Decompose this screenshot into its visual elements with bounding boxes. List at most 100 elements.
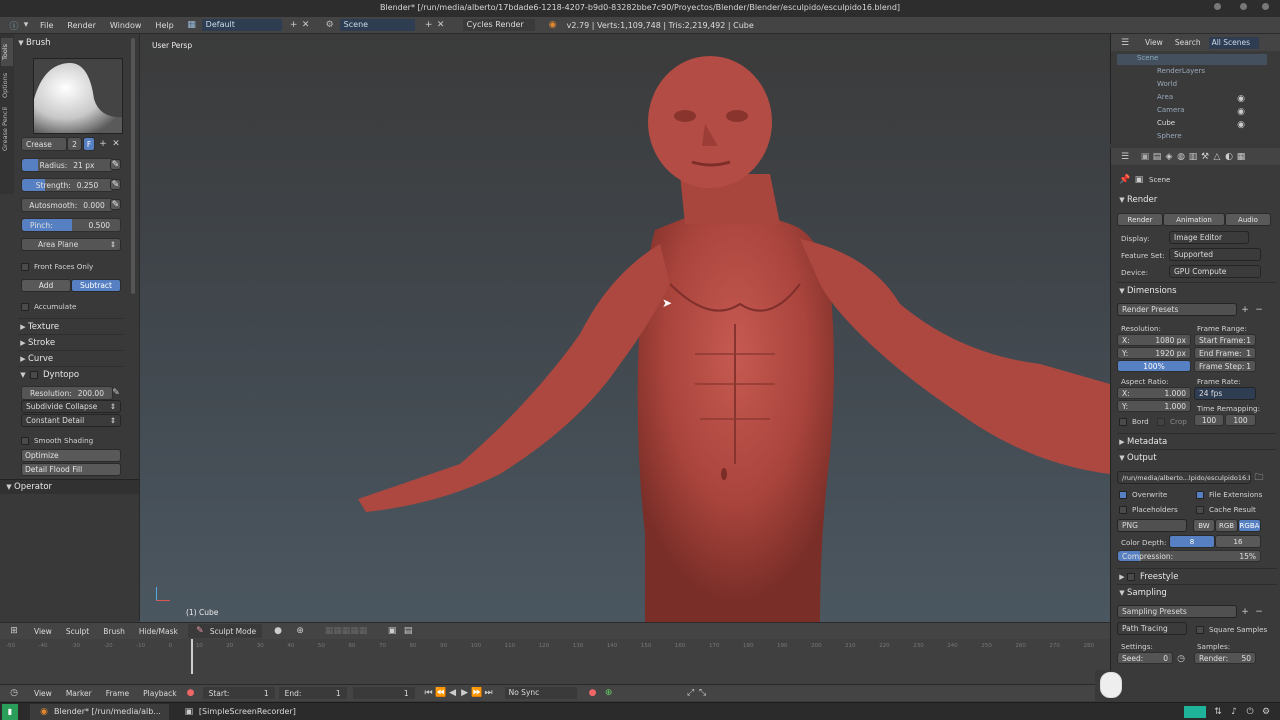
- add-layout-icon[interactable]: +: [288, 19, 300, 31]
- smooth-shading-checkbox[interactable]: Smooth Shading: [21, 436, 93, 445]
- frame-rate-select[interactable]: 24 fps: [1194, 387, 1256, 400]
- optimize-button[interactable]: Optimize: [21, 449, 121, 462]
- texture-tab-icon[interactable]: ▦: [1235, 151, 1247, 163]
- menu-file[interactable]: File: [40, 21, 53, 30]
- menu-marker[interactable]: Marker: [66, 689, 92, 698]
- layers-tab-icon[interactable]: ▤: [1151, 151, 1163, 163]
- tray-network-icon[interactable]: ⇅: [1212, 706, 1224, 718]
- border-box[interactable]: [1119, 417, 1127, 426]
- operator-panel-header[interactable]: ▼ Operator: [0, 479, 139, 494]
- visibility-eye-icon[interactable]: ◉: [1235, 93, 1247, 105]
- cache-result-checkbox[interactable]: Cache Result: [1196, 505, 1256, 514]
- pinch-slider[interactable]: Pinch: 0.500: [21, 218, 121, 232]
- rgb-button[interactable]: RGB: [1215, 519, 1238, 532]
- remove-layout-icon[interactable]: ✕: [300, 19, 312, 31]
- folder-icon[interactable]: 🗀: [1253, 472, 1265, 484]
- remove-brush-icon[interactable]: ✕: [110, 138, 122, 150]
- fake-user-button[interactable]: F: [83, 137, 95, 151]
- brush-preview[interactable]: [33, 58, 123, 134]
- autosmooth-pressure-icon[interactable]: ✎: [110, 199, 121, 210]
- data-tab-icon[interactable]: △: [1211, 151, 1223, 163]
- outliner-item[interactable]: Scene: [1117, 54, 1267, 65]
- menu-playback[interactable]: Playback: [143, 689, 176, 698]
- crop-checkbox[interactable]: Crop: [1157, 417, 1187, 426]
- editor-type-icon[interactable]: ⊞: [8, 625, 20, 637]
- output-panel-header[interactable]: ▼ Output: [1117, 449, 1277, 465]
- animation-button[interactable]: Animation: [1163, 213, 1225, 226]
- pin-icon[interactable]: 📌: [1119, 174, 1131, 186]
- remove-sampling-preset-icon[interactable]: −: [1253, 606, 1265, 618]
- menu-help[interactable]: Help: [155, 21, 173, 30]
- remove-scene-icon[interactable]: ✕: [435, 19, 447, 31]
- close-window-icon[interactable]: [1262, 3, 1269, 10]
- tray-settings-icon[interactable]: ⚙: [1260, 706, 1272, 718]
- object-tab-icon[interactable]: ▥: [1187, 151, 1199, 163]
- play-reverse-icon[interactable]: ◀: [447, 687, 459, 699]
- strength-pressure-icon[interactable]: ✎: [110, 179, 121, 190]
- outliner-item[interactable]: RenderLayers: [1117, 67, 1205, 75]
- curve-panel-header[interactable]: ▶ Curve: [18, 350, 123, 366]
- render-tab-icon[interactable]: ▣: [1139, 151, 1151, 163]
- info-editor-icon[interactable]: ⓘ: [8, 19, 20, 32]
- sampling-presets-select[interactable]: Sampling Presets: [1117, 605, 1237, 618]
- accumulate-box[interactable]: [21, 302, 29, 311]
- menu-search[interactable]: Search: [1175, 38, 1201, 47]
- menu-view[interactable]: View: [34, 627, 52, 636]
- brush-users[interactable]: 2: [67, 137, 82, 151]
- depth-8-button[interactable]: 8: [1169, 535, 1215, 548]
- add-preset-icon[interactable]: +: [1239, 304, 1251, 316]
- detail-flood-fill-button[interactable]: Detail Flood Fill: [21, 463, 121, 476]
- file-extensions-box[interactable]: [1196, 490, 1204, 499]
- scene-icon[interactable]: ⚙: [324, 19, 336, 31]
- tray-volume-icon[interactable]: ♪: [1228, 706, 1240, 718]
- jump-start-icon[interactable]: ⏮: [423, 687, 435, 699]
- end-field[interactable]: End: 1: [278, 687, 347, 699]
- sampling-panel-header[interactable]: ▼ Sampling: [1117, 584, 1277, 600]
- end-frame-field[interactable]: End Frame: 1: [1194, 347, 1256, 359]
- front-faces-checkbox[interactable]: Front Faces Only: [21, 262, 93, 271]
- animated-seed-icon[interactable]: ◷: [1175, 653, 1187, 665]
- accumulate-checkbox[interactable]: Accumulate: [21, 302, 76, 311]
- freestyle-checkbox[interactable]: [1127, 572, 1135, 581]
- menu-render[interactable]: Render: [67, 21, 95, 30]
- minimize-icon[interactable]: [1214, 3, 1221, 10]
- border-checkbox[interactable]: Bord: [1119, 417, 1149, 426]
- outliner-item[interactable]: Sphere: [1117, 132, 1182, 140]
- compression-slider[interactable]: Compression: 15%: [1117, 550, 1261, 562]
- properties-editor-icon[interactable]: ☰: [1119, 151, 1131, 163]
- eyedropper-icon[interactable]: ✎: [110, 387, 122, 399]
- snap-icon[interactable]: ▤: [402, 625, 414, 637]
- insert-key-icon[interactable]: ⤢: [685, 687, 697, 699]
- maximize-icon[interactable]: [1240, 3, 1247, 10]
- render-button[interactable]: Render: [1117, 213, 1163, 226]
- file-extensions-checkbox[interactable]: File Extensions: [1196, 490, 1262, 499]
- add-button[interactable]: Add: [21, 279, 71, 292]
- depth-16-button[interactable]: 16: [1215, 535, 1261, 548]
- timeline-editor-icon[interactable]: ◷: [8, 687, 20, 699]
- detail-resolution-field[interactable]: Resolution: 200.00: [21, 386, 113, 400]
- outliner-item[interactable]: World: [1117, 80, 1177, 88]
- auto-key-icon[interactable]: ●: [587, 687, 599, 699]
- dyntopo-panel-header[interactable]: ▼ Dyntopo: [18, 366, 123, 382]
- render-panel-header[interactable]: ▼ Render: [1117, 192, 1277, 208]
- world-tab-icon[interactable]: ◍: [1175, 151, 1187, 163]
- tray-indicator[interactable]: [1184, 705, 1206, 718]
- display-mode-select[interactable]: All Scenes: [1208, 36, 1259, 49]
- keying-set-icon[interactable]: ⊕: [603, 687, 615, 699]
- tab-tools[interactable]: Tools: [1, 38, 13, 66]
- remove-preset-icon[interactable]: −: [1253, 304, 1265, 316]
- resolution-x-field[interactable]: X: 1080 px: [1117, 334, 1191, 346]
- subtract-button[interactable]: Subtract: [71, 279, 121, 292]
- outliner-item[interactable]: Cube: [1117, 119, 1175, 127]
- output-path-field[interactable]: /run/media/alberto...lpido/esculpido16.b…: [1117, 471, 1251, 484]
- scene-select[interactable]: Scene: [339, 19, 415, 31]
- placeholders-checkbox[interactable]: Placeholders: [1119, 505, 1178, 514]
- start-menu-icon[interactable]: ▮: [2, 703, 18, 720]
- sync-select[interactable]: No Sync: [504, 687, 577, 699]
- tab-grease-pencil[interactable]: Grease Pencil: [1, 104, 13, 154]
- dyntopo-checkbox[interactable]: [30, 370, 38, 379]
- remap-new-field[interactable]: 100: [1225, 414, 1256, 426]
- device-select[interactable]: GPU Compute: [1169, 265, 1261, 278]
- freestyle-panel-header[interactable]: ▶ Freestyle: [1117, 568, 1277, 584]
- file-format-select[interactable]: PNG: [1117, 519, 1187, 532]
